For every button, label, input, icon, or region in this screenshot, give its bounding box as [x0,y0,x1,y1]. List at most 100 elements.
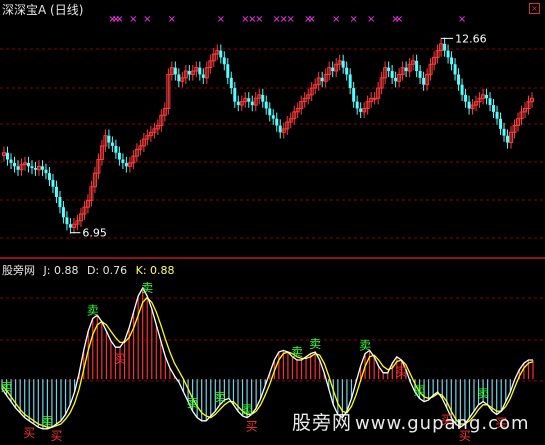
price-candles[interactable] [2,37,534,234]
candle-body [9,159,13,163]
sell-mark: 卖 [414,383,426,397]
sell-mark: 卖 [214,390,226,404]
candle-body [415,60,419,72]
candle-body [250,101,254,106]
candle-body [372,97,377,100]
candle-body [488,98,492,106]
buy-mark: 买 [50,429,62,443]
candle-body [222,57,226,65]
candle-body [124,162,128,167]
candle-body [201,74,205,78]
signal-marker: × [129,14,137,25]
candle-body [271,115,275,119]
candle-body [453,64,457,75]
candle-body [26,162,30,167]
candle-body [51,179,55,187]
sell-mark: 卖 [477,387,489,401]
candle-body [47,173,51,180]
candle-body [418,71,422,78]
candle-body [320,77,324,82]
candle-body [114,145,118,153]
candle-body [278,125,282,133]
chart-title: 深深宝A (日线) [2,3,84,17]
watermark: 股旁网 www.gupang.com [292,408,530,435]
candle-body [233,88,237,102]
buy-mark: 买 [114,352,126,366]
candle-body [422,77,426,85]
low-label: 6.95 [82,227,107,240]
candle-body [387,67,391,72]
candle-body [187,71,191,75]
candle-body [331,67,335,72]
candle-body [460,84,464,95]
watermark-cn: 股旁网 [292,412,353,434]
candle-body [352,88,356,102]
buy-mark: 买 [246,419,258,433]
price-annotations: 12.66 6.95 [70,32,487,240]
candle-body [177,74,181,82]
candle-body [359,108,363,112]
candle-body [58,196,62,208]
candle-body [446,50,450,58]
candle-body [345,67,349,75]
signal-marker: × [395,14,403,25]
sell-mark: 卖 [359,339,371,353]
candle-body [275,118,279,126]
signal-marker: × [349,14,357,25]
candle-body [198,67,202,75]
grid-lines [0,48,545,382]
candle-body [467,101,471,109]
signal-marker: × [217,14,225,25]
candle-body [464,94,468,102]
candle-body [16,166,20,170]
candle-body [264,101,268,109]
candle-body [229,77,233,89]
candle-body [40,166,44,170]
signal-marker: × [367,14,375,25]
candle-body [341,60,345,68]
candle-body [107,135,111,143]
d-value: D: 0.76 [86,264,128,277]
candle-body [54,186,58,197]
chart-canvas[interactable]: ××× × × × × ××× ××× ×× × × × ×× × 12.666.95 卖买卖买卖买卖卖… [0,0,545,445]
k-value: K: 0.88 [135,264,175,277]
candle-body [219,50,223,58]
candle-body [457,74,461,85]
candle-body [236,101,240,106]
buy-mark: 买 [395,365,407,379]
signal-marker: × [458,14,466,25]
sell-mark: 卖 [141,281,153,295]
indicator-legend: 股旁网 J: 0.88 D: 0.76 K: 0.88 [2,262,180,278]
signal-marker: × [143,14,151,25]
candle-body [502,128,506,136]
candle-body [247,98,251,102]
candle-body [450,57,454,65]
candle-body [506,135,510,143]
sell-mark: 卖 [87,303,99,317]
watermark-url: www.gupang.com [355,413,530,434]
sell-mark: 卖 [41,414,53,428]
sell-mark: 卖 [187,396,199,410]
candle-body [348,74,352,89]
candle-body [33,168,37,170]
candle-body [495,111,499,119]
candle-body [121,159,125,163]
indicator-name: 股旁网 [2,264,35,277]
signal-marker: × [308,14,316,25]
candle-body [110,142,114,146]
candle-body [30,166,34,169]
sell-mark: 卖 [241,403,253,417]
candle-body [117,152,121,160]
candle-body [355,101,359,109]
sell-mark: 卖 [291,345,303,359]
close-icon[interactable]: × [529,3,540,14]
signal-marker: × [255,14,263,25]
candle-body [394,77,398,82]
candle-body [12,162,16,167]
signal-marker: × [287,14,295,25]
candle-body [492,105,496,112]
candle-body [173,67,177,75]
candle-body [499,118,503,129]
signal-markers: ××× × × × × ××× ××× ×× × × × ×× × [108,14,466,25]
candle-body [61,207,65,218]
